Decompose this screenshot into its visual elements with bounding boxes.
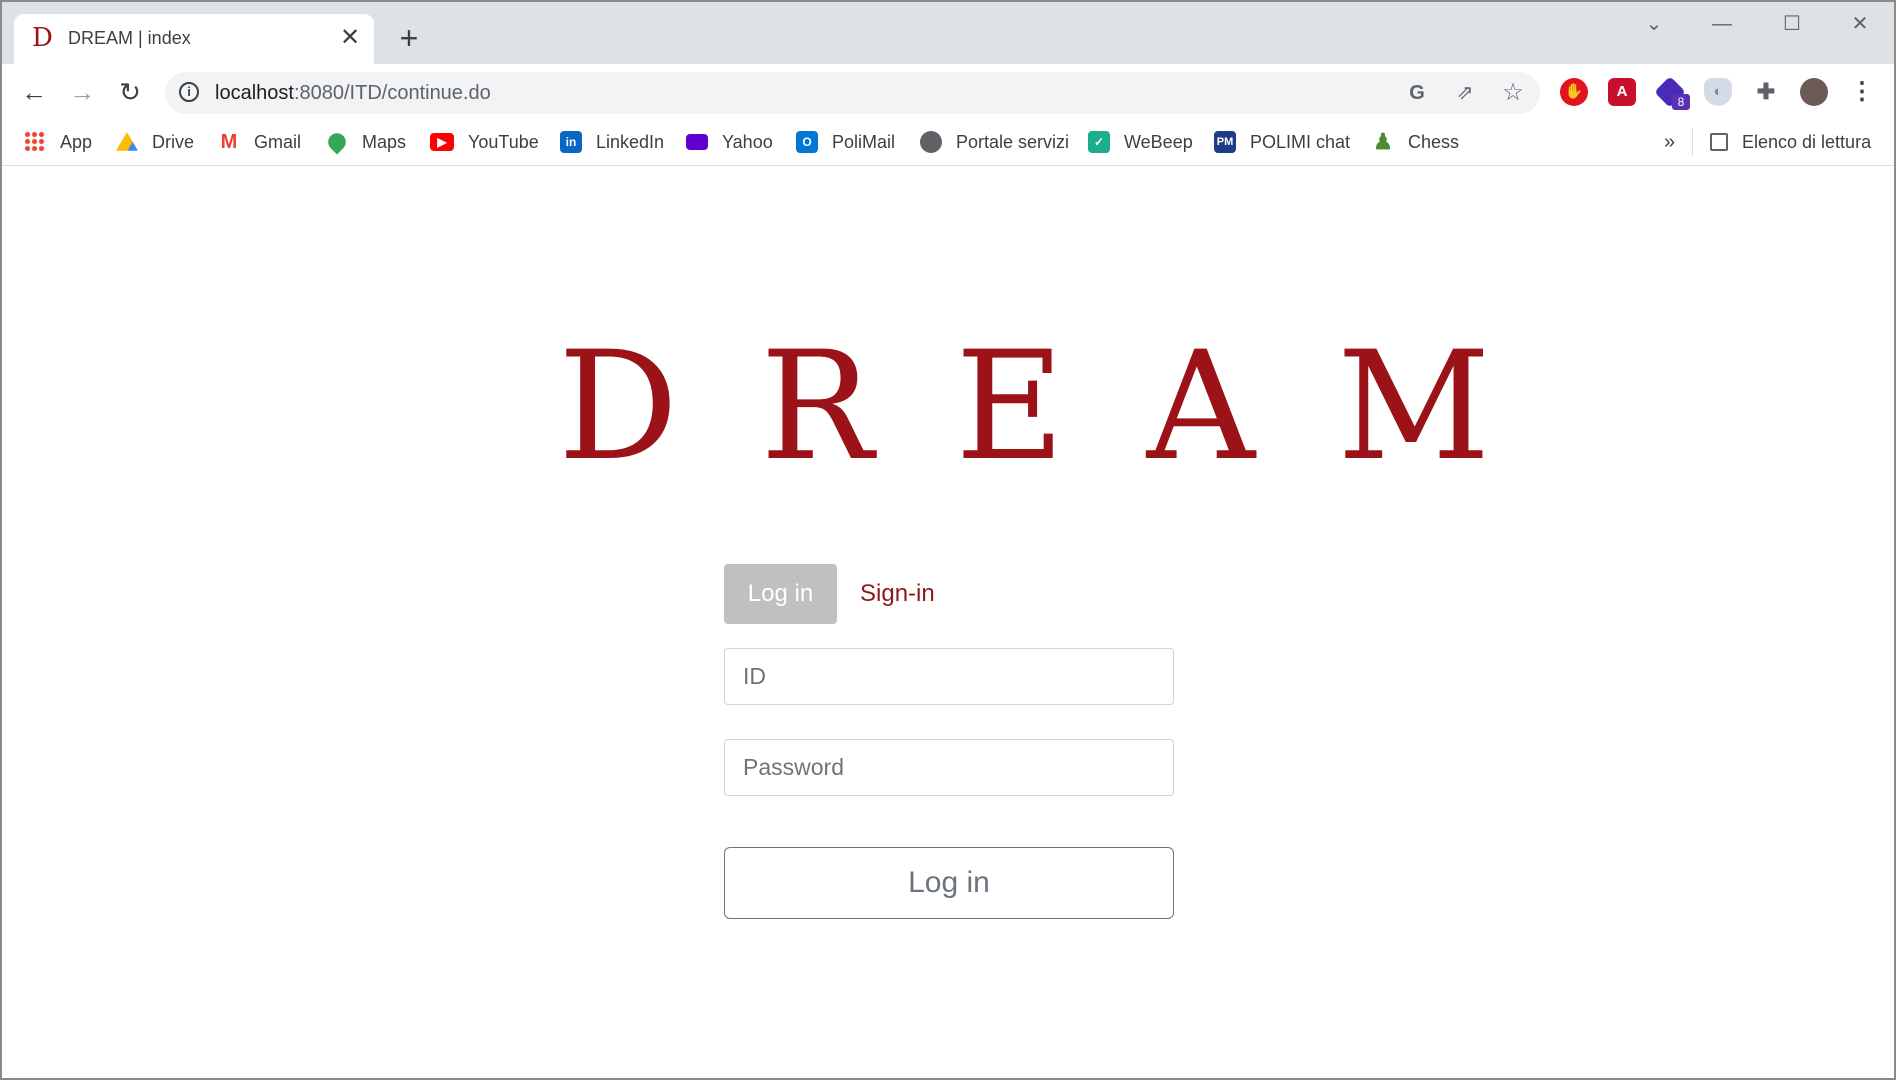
youtube-icon: ▶ <box>430 133 454 151</box>
extension-badge: 8 <box>1672 94 1690 110</box>
apps-grid-icon <box>24 131 46 153</box>
reading-list-icon <box>1710 133 1728 151</box>
bookmark-label: Maps <box>362 131 407 152</box>
tab-close-icon[interactable]: ✕ <box>336 24 364 52</box>
dream-logo: DREAM <box>558 320 1573 494</box>
bookmark-separator <box>1692 128 1693 156</box>
bookmark-app[interactable]: App <box>24 128 92 156</box>
bookmark-polimi-chat[interactable]: PM POLIMI chat <box>1214 128 1350 156</box>
url-host: localhost <box>215 82 294 104</box>
shield-extension-icon[interactable]: ◐ <box>1704 78 1732 106</box>
webeep-check-icon: ✓ <box>1088 131 1110 153</box>
adblock-extension-icon[interactable]: ✋ <box>1560 78 1588 106</box>
bookmark-label: Yahoo <box>722 131 773 152</box>
globe-icon <box>920 131 942 153</box>
outlook-icon: O <box>796 131 818 153</box>
tab-title: DREAM | index <box>68 28 191 48</box>
bookmark-label: POLIMI chat <box>1250 131 1351 152</box>
bookmark-label: Portale servizi <box>956 131 1070 152</box>
maps-icon <box>324 129 350 155</box>
window-close-button[interactable]: ✕ <box>1840 12 1880 36</box>
browser-toolbar: ← → ↻ i localhost:8080/ITD/continue.do G… <box>0 64 1896 120</box>
dream-favicon-icon: D <box>32 23 53 53</box>
new-tab-button[interactable]: + <box>392 22 426 56</box>
minimize-button[interactable]: — <box>1702 12 1742 36</box>
acrobat-extension-icon[interactable]: A <box>1608 78 1636 106</box>
bookmark-label: App <box>60 131 93 152</box>
profile-avatar[interactable] <box>1800 78 1828 106</box>
bookmark-polimail[interactable]: O PoliMail <box>796 128 895 156</box>
reading-list-button[interactable]: Elenco di lettura <box>1710 128 1871 156</box>
bookmark-chess[interactable]: ♟ Chess <box>1372 128 1459 156</box>
bookmark-gmail[interactable]: M Gmail <box>218 128 301 156</box>
bookmark-label: LinkedIn <box>596 131 665 152</box>
bookmark-star-icon[interactable]: ☆ <box>1501 81 1525 105</box>
share-icon[interactable]: ⇗ <box>1453 81 1477 105</box>
tab-login[interactable]: Log in <box>724 564 837 624</box>
bookmark-label: Gmail <box>254 131 302 152</box>
bookmark-maps[interactable]: Maps <box>324 128 407 156</box>
reading-list-label: Elenco di lettura <box>1742 131 1872 152</box>
site-info-icon[interactable]: i <box>179 82 199 102</box>
bookmark-portale-servizi[interactable]: Portale servizi <box>920 128 1069 156</box>
bookmarks-bar: App Drive M Gmail Maps ▶ YouTube in Link… <box>0 120 1896 166</box>
polimi-icon: PM <box>1214 131 1236 153</box>
bookmark-label: WeBeep <box>1124 131 1193 152</box>
bookmark-youtube[interactable]: ▶ YouTube <box>430 128 539 156</box>
chess-pawn-icon: ♟ <box>1373 129 1393 154</box>
password-field[interactable] <box>724 739 1174 796</box>
extensions-puzzle-icon[interactable]: ✚ <box>1752 78 1780 106</box>
browser-tab[interactable]: D DREAM | index ✕ <box>14 14 374 64</box>
bookmark-drive[interactable]: Drive <box>116 128 194 156</box>
gmail-icon: M <box>218 131 240 153</box>
tab-search-icon[interactable]: ⌄ <box>1634 12 1674 36</box>
bookmark-webeep[interactable]: ✓ WeBeep <box>1088 128 1193 156</box>
login-button[interactable]: Log in <box>724 847 1174 919</box>
reload-button[interactable]: ↻ <box>112 74 148 110</box>
drive-icon <box>116 132 138 151</box>
bookmark-label: PoliMail <box>832 131 896 152</box>
linkedin-icon: in <box>560 131 582 153</box>
url-text[interactable]: localhost:8080/ITD/continue.do <box>215 82 491 105</box>
yahoo-mail-icon <box>686 134 708 150</box>
translate-icon[interactable]: G <box>1405 81 1429 105</box>
forward-button[interactable]: → <box>64 74 100 110</box>
back-button[interactable]: ← <box>16 74 52 110</box>
bookmark-yahoo[interactable]: Yahoo <box>686 128 773 156</box>
bookmarks-overflow-icon[interactable]: » <box>1664 128 1675 156</box>
bookmark-label: Chess <box>1408 131 1460 152</box>
url-path: :8080/ITD/continue.do <box>293 82 491 104</box>
tab-signin[interactable]: Sign-in <box>860 564 935 624</box>
address-bar[interactable]: i localhost:8080/ITD/continue.do G ⇗ ☆ <box>165 72 1540 114</box>
bookmark-label: YouTube <box>468 131 539 152</box>
id-field[interactable] <box>724 648 1174 705</box>
bookmark-linkedin[interactable]: in LinkedIn <box>560 128 664 156</box>
maximize-button[interactable]: ☐ <box>1772 12 1812 36</box>
tab-strip: D DREAM | index ✕ + ⌄ — ☐ ✕ <box>0 0 1896 64</box>
browser-menu-icon[interactable]: ⋮ <box>1848 78 1876 106</box>
bookmark-label: Drive <box>152 131 195 152</box>
